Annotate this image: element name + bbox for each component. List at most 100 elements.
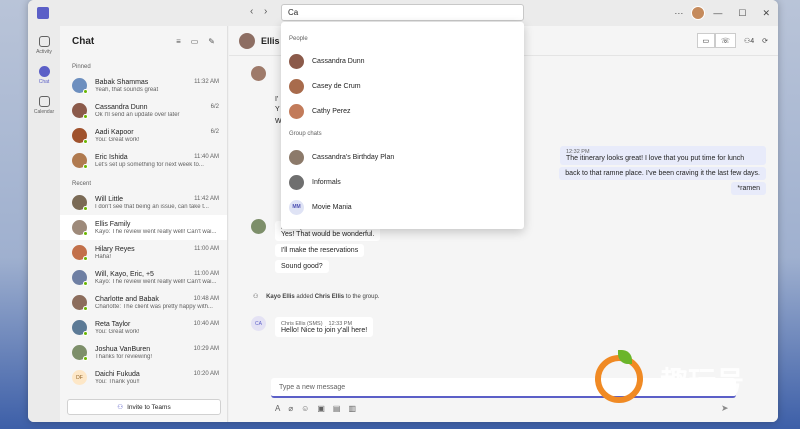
presence-icon (83, 281, 88, 286)
sms-initials: CA (251, 316, 266, 331)
avatar (72, 128, 88, 144)
search-input[interactable]: Ca (281, 4, 524, 21)
filter-icon[interactable]: ≡ (176, 37, 181, 46)
message-text: Hello! Nice to join y'all here! (281, 327, 368, 334)
chat-item-time: 11:00 AM (194, 270, 219, 277)
suggestion-item[interactable]: Cassandra's Birthday Plan (281, 147, 524, 167)
gif-icon[interactable]: ▣ (317, 404, 325, 413)
video-icon: ▭ (702, 37, 710, 45)
chat-item-row: Eric Ishida 11:40 AM (95, 154, 219, 161)
rail-chat[interactable]: Chat (28, 60, 60, 90)
message-text: *ramen (737, 185, 760, 192)
message-text: back to that ramne place. I've been crav… (565, 170, 760, 177)
chat-item-preview: Ok I'll send an update over later (95, 111, 180, 118)
emoji-icon[interactable]: ☺ (301, 404, 309, 413)
chat-item-name: Eric Ishida (95, 153, 128, 161)
chat-list-title: Chat (72, 35, 95, 47)
chat-item-row: Ellis Family (95, 221, 219, 228)
chat-list-item[interactable]: Joshua VanBuren 10:29 AM Thanks for review… (60, 340, 227, 365)
suggestion-item[interactable]: Casey de Crum (281, 76, 524, 96)
chat-item-preview: You: Great work! (95, 136, 140, 143)
avatar (72, 78, 88, 94)
chat-item-preview: Charlotte: The client was pretty happy w… (95, 303, 213, 310)
avatar (72, 153, 88, 169)
watermark-logo (595, 355, 643, 403)
message-text: I'll make the reservations (281, 247, 359, 254)
video-call-button[interactable]: ▭ (696, 33, 716, 48)
rail-activity[interactable]: Activity (28, 30, 60, 60)
search-suggestions: People Cassandra Dunn Casey de Crum Cathy … (281, 22, 524, 229)
chat-item-row: Joshua VanBuren 10:29 AM (95, 346, 219, 353)
chat-item-name: Ellis Family (95, 220, 131, 228)
pinned-list: Babak Shammas 11:32 AM Yeah, that sounds g… (60, 73, 227, 173)
suggestion-item[interactable]: Cassandra Dunn (281, 51, 524, 71)
format-icon[interactable]: A (275, 404, 280, 413)
audio-call-button[interactable]: ☏ (715, 33, 736, 48)
chat-item-name: Will, Kayo, Eric, +5 (95, 270, 154, 278)
message-bubble: I'll make the reservations (275, 244, 365, 257)
profile-avatar[interactable] (691, 6, 706, 20)
more-options-button[interactable]: ··· (674, 8, 683, 18)
chat-item-row: Aadi Kapoor 6/2 (95, 129, 219, 136)
chat-item-name: Joshua VanBuren (95, 345, 151, 353)
back-button[interactable]: ‹ (250, 6, 253, 17)
chat-item-name: Reta Taylor (95, 320, 131, 328)
chat-list-item[interactable]: Charlotte and Babak 10:48 AM Charlotte: Th… (60, 290, 227, 315)
suggestion-item[interactable]: MM Movie Mania (281, 197, 524, 217)
message-text: Sound good? (281, 263, 323, 270)
participants-button[interactable]: ⚇4 (744, 37, 754, 45)
close-button[interactable]: ✕ (762, 8, 770, 19)
my-message-bubble: 12:32 PM The itinerary looks great! I lo… (560, 146, 766, 165)
chat-list-item[interactable]: DF Daichi Fukuda 10:20 AM You: Thank you!! (60, 365, 227, 390)
attach-icon[interactable]: ⌀ (288, 404, 293, 413)
suggestion-name: Cassandra Dunn (312, 57, 365, 65)
presence-icon (83, 356, 88, 361)
chat-list-item[interactable]: Will, Kayo, Eric, +5 11:00 AM Kayo: The re… (60, 265, 227, 290)
chat-item-preview: Haha! (95, 253, 112, 260)
chat-list-item[interactable]: Aadi Kapoor 6/2 You: Great work! (60, 123, 227, 148)
chat-icon (38, 65, 50, 77)
my-message-bubble: back to that ramne place. I've been crav… (559, 167, 766, 180)
forward-button[interactable]: › (264, 6, 267, 17)
message-fragment: Y (275, 106, 280, 113)
chat-list-item[interactable]: Will Little 11:42 AM I don't see that bein… (60, 190, 227, 215)
chat-item-text: Will, Kayo, Eric, +5 11:00 AM Kayo: The re… (95, 271, 219, 285)
group-avatar (239, 32, 255, 49)
chat-item-name: Hilary Reyes (95, 245, 135, 253)
suggestion-avatar (289, 103, 304, 119)
maximize-button[interactable]: ☐ (738, 8, 746, 19)
chat-item-name: Daichi Fukuda (95, 370, 140, 378)
chat-item-preview: I don't see that being an issue, can tak… (95, 203, 209, 210)
presence-icon (83, 114, 88, 119)
bell-icon (38, 35, 50, 47)
new-chat-icon[interactable]: ✎ (208, 37, 215, 46)
video-call-icon[interactable]: ▭ (191, 37, 199, 46)
sms-message: Chris Ellis (SMS) 12:33 PM Hello! Nice t… (275, 317, 374, 337)
send-icon[interactable]: ➤ (721, 403, 729, 414)
suggestion-item[interactable]: Informals (281, 172, 524, 192)
avatar (72, 103, 88, 119)
chat-list-item[interactable]: Ellis Family Kayo: The review went really… (60, 215, 227, 240)
sms-avatar: CA (251, 316, 266, 331)
chat-item-name: Babak Shammas (95, 78, 149, 86)
chat-list-item[interactable]: Babak Shammas 11:32 AM Yeah, that sounds g… (60, 73, 227, 98)
invite-to-teams-button[interactable]: ⚇ Invite to Teams (67, 399, 221, 415)
invite-label: Invite to Teams (127, 403, 171, 411)
rail-label: Activity (36, 48, 52, 55)
system-mid: added (296, 294, 314, 300)
suggestion-avatar: MM (289, 199, 304, 215)
chart-icon[interactable]: ▥ (348, 404, 356, 413)
rail-calendar[interactable]: Calendar (28, 90, 60, 120)
sticker-icon[interactable]: ▤ (333, 404, 341, 413)
system-target: Chris Ellis (314, 294, 345, 300)
minimize-button[interactable]: — (713, 8, 722, 18)
more-actions-icon[interactable]: ⟳ (762, 37, 768, 45)
chat-list-item[interactable]: Cassandra Dunn 6/2 Ok I'll send an update … (60, 98, 227, 123)
app-rail: Activity Chat Calendar (28, 26, 60, 422)
chat-list-item[interactable]: Hilary Reyes 11:00 AM Haha! (60, 240, 227, 265)
chat-list-item[interactable]: Reta Taylor 10:40 AM You: Great work! (60, 315, 227, 340)
suggestion-item[interactable]: Cathy Perez (281, 101, 524, 121)
message-bubble: Chris Ellis (SMS) 12:33 PM Hello! Nice t… (275, 317, 374, 337)
chat-list-item[interactable]: Eric Ishida 11:40 AM Let's set up somethin… (60, 148, 227, 173)
presence-icon (83, 256, 88, 261)
